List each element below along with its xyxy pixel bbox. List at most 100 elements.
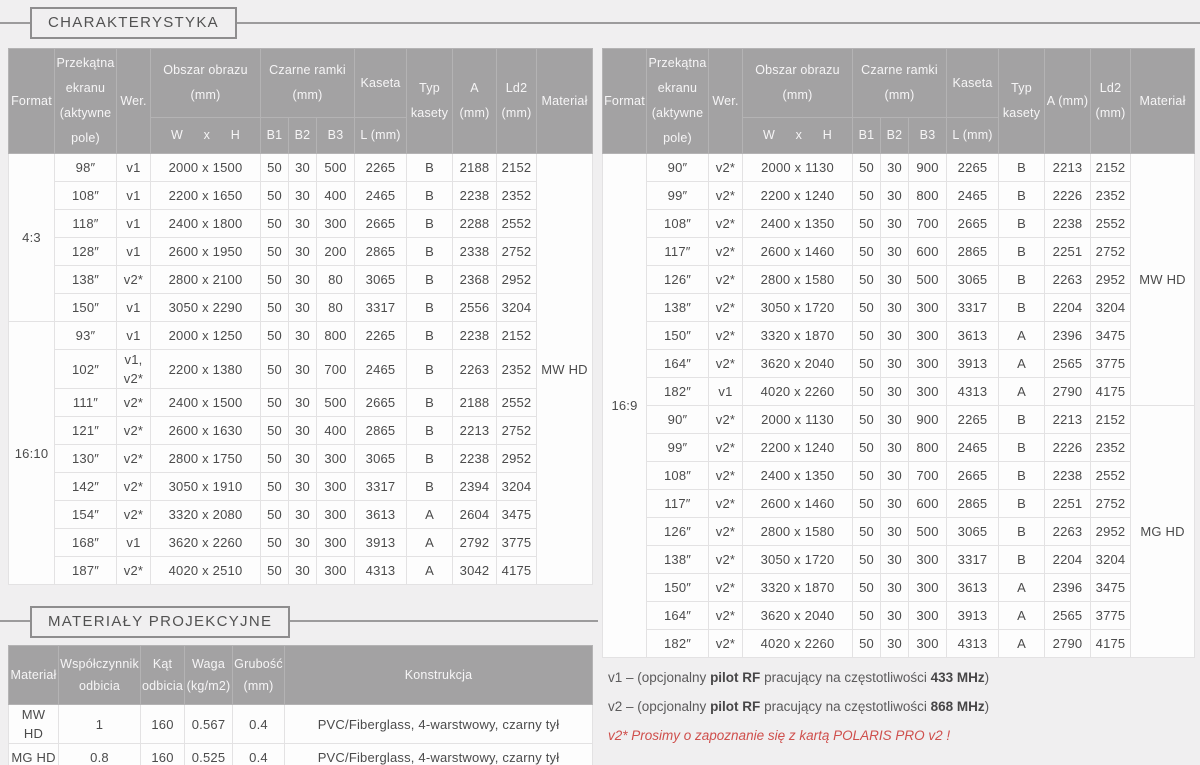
cell-cassette-l: 2865 — [947, 238, 999, 266]
cell-cassette-type: B — [407, 389, 453, 417]
cell-ld2-mm: 2552 — [497, 389, 537, 417]
cell-b2: 30 — [881, 490, 909, 518]
cell-cassette-type: A — [407, 501, 453, 529]
cell-diagonal: 118″ — [55, 210, 117, 238]
cell-version: v1 — [709, 378, 743, 406]
spec-row: 150″v13050 x 22905030803317B25563204 — [9, 294, 593, 322]
cell-material: MW HD — [9, 705, 59, 744]
cell-image-area: 4020 x 2510 — [151, 557, 261, 585]
cell-ld2-mm: 3775 — [1091, 350, 1131, 378]
cell-image-area: 2400 x 1500 — [151, 389, 261, 417]
cell-image-area: 2400 x 1350 — [743, 462, 853, 490]
cell-version: v2* — [709, 406, 743, 434]
header-reflection-coefficient: Współczynnik odbicia — [59, 646, 141, 705]
cell-b1: 50 — [261, 473, 289, 501]
cell-b3: 500 — [317, 154, 355, 182]
header-format: Format — [603, 49, 647, 154]
cell-b1: 50 — [853, 350, 881, 378]
cell-a-mm: 2792 — [453, 529, 497, 557]
cell-ld2-mm: 2952 — [497, 266, 537, 294]
cell-version: v2* — [117, 445, 151, 473]
cell-version: v1, v2* — [117, 350, 151, 389]
cell-b1: 50 — [853, 518, 881, 546]
cell-b3: 300 — [909, 602, 947, 630]
cell-b2: 30 — [289, 266, 317, 294]
cell-a-mm: 2188 — [453, 389, 497, 417]
cell-image-area: 4020 x 2260 — [743, 630, 853, 658]
cell-cassette-l: 3613 — [947, 574, 999, 602]
cell-cassette-l: 3317 — [947, 294, 999, 322]
cell-cassette-type: A — [999, 574, 1045, 602]
cell-b2: 30 — [881, 462, 909, 490]
cell-version: v2* — [709, 182, 743, 210]
cell-cassette-l: 3613 — [355, 501, 407, 529]
cell-a-mm: 2368 — [453, 266, 497, 294]
cell-reflection-coefficient: 0.8 — [59, 744, 141, 765]
cell-cassette-l: 3913 — [355, 529, 407, 557]
cell-cassette-type: B — [999, 406, 1045, 434]
cell-cassette-l: 4313 — [947, 630, 999, 658]
section-title-materialy-projekcyjne: MATERIAŁY PROJEKCYJNE — [30, 606, 290, 638]
cell-b3: 500 — [909, 518, 947, 546]
header-diagonal: Przekątna ekranu (aktywne pole) — [647, 49, 709, 154]
cell-version: v2* — [117, 389, 151, 417]
cell-ld2-mm: 2152 — [1091, 406, 1131, 434]
cell-b3: 300 — [317, 501, 355, 529]
cell-cassette-l: 3065 — [355, 445, 407, 473]
cell-a-mm: 2213 — [1045, 406, 1091, 434]
cell-image-area: 2000 x 1130 — [743, 406, 853, 434]
header-diagonal: Przekątna ekranu (aktywne pole) — [55, 49, 117, 154]
spec-row: 121″v2*2600 x 163050304002865B22132752 — [9, 417, 593, 445]
cell-diagonal: 90″ — [647, 406, 709, 434]
cell-a-mm: 2338 — [453, 238, 497, 266]
cell-b2: 30 — [289, 501, 317, 529]
cell-diagonal: 138″ — [647, 546, 709, 574]
cell-a-mm: 2251 — [1045, 238, 1091, 266]
cell-cassette-l: 2265 — [947, 406, 999, 434]
header-material: Materiał — [1131, 49, 1195, 154]
cell-version: v2* — [709, 602, 743, 630]
footnote-v1: v1 – (opcjonalny pilot RF pracujący na c… — [608, 668, 1194, 687]
cell-b2: 30 — [289, 294, 317, 322]
header-b2: B2 — [881, 118, 909, 154]
cell-cassette-type: B — [999, 518, 1045, 546]
cell-ld2-mm: 2152 — [497, 322, 537, 350]
cell-b2: 30 — [289, 417, 317, 445]
cell-cassette-type: B — [407, 266, 453, 294]
spec-table-right: Format Przekątna ekranu (aktywne pole) W… — [602, 48, 1195, 658]
cell-b3: 300 — [909, 546, 947, 574]
cell-version: v2* — [709, 238, 743, 266]
cell-b3: 500 — [317, 389, 355, 417]
cell-cassette-type: B — [999, 462, 1045, 490]
spec-row: 150″v2*3320 x 187050303003613A23963475 — [603, 574, 1195, 602]
cell-b1: 50 — [261, 529, 289, 557]
cell-b3: 300 — [909, 630, 947, 658]
cell-diagonal: 182″ — [647, 378, 709, 406]
cell-b2: 30 — [881, 378, 909, 406]
header-version: Wer. — [709, 49, 743, 154]
spec-row: 164″v2*3620 x 204050303003913A25653775 — [603, 602, 1195, 630]
cell-b3: 300 — [317, 557, 355, 585]
cell-b2: 30 — [289, 238, 317, 266]
cell-b3: 300 — [317, 473, 355, 501]
cell-diagonal: 121″ — [55, 417, 117, 445]
cell-cassette-l: 3913 — [947, 350, 999, 378]
cell-diagonal: 150″ — [647, 322, 709, 350]
cell-image-area: 2600 x 1460 — [743, 238, 853, 266]
spec-row: 138″v2*3050 x 172050303003317B22043204 — [603, 294, 1195, 322]
cell-image-area: 3050 x 1720 — [743, 546, 853, 574]
cell-cassette-l: 4313 — [947, 378, 999, 406]
cell-ld2-mm: 2552 — [1091, 462, 1131, 490]
header-a-mm: A (mm) — [453, 49, 497, 154]
cell-b2: 30 — [881, 266, 909, 294]
header-weight: Waga (kg/m2) — [185, 646, 233, 705]
header-image-area: Obszar obrazu (mm) — [743, 49, 853, 118]
cell-ld2-mm: 3475 — [1091, 322, 1131, 350]
cell-ld2-mm: 2752 — [497, 417, 537, 445]
cell-cassette-type: B — [999, 434, 1045, 462]
cell-a-mm: 2238 — [453, 322, 497, 350]
header-l-mm: L (mm) — [947, 118, 999, 154]
cell-image-area: 3620 x 2260 — [151, 529, 261, 557]
cell-ld2-mm: 2952 — [1091, 266, 1131, 294]
cell-cassette-type: B — [407, 445, 453, 473]
